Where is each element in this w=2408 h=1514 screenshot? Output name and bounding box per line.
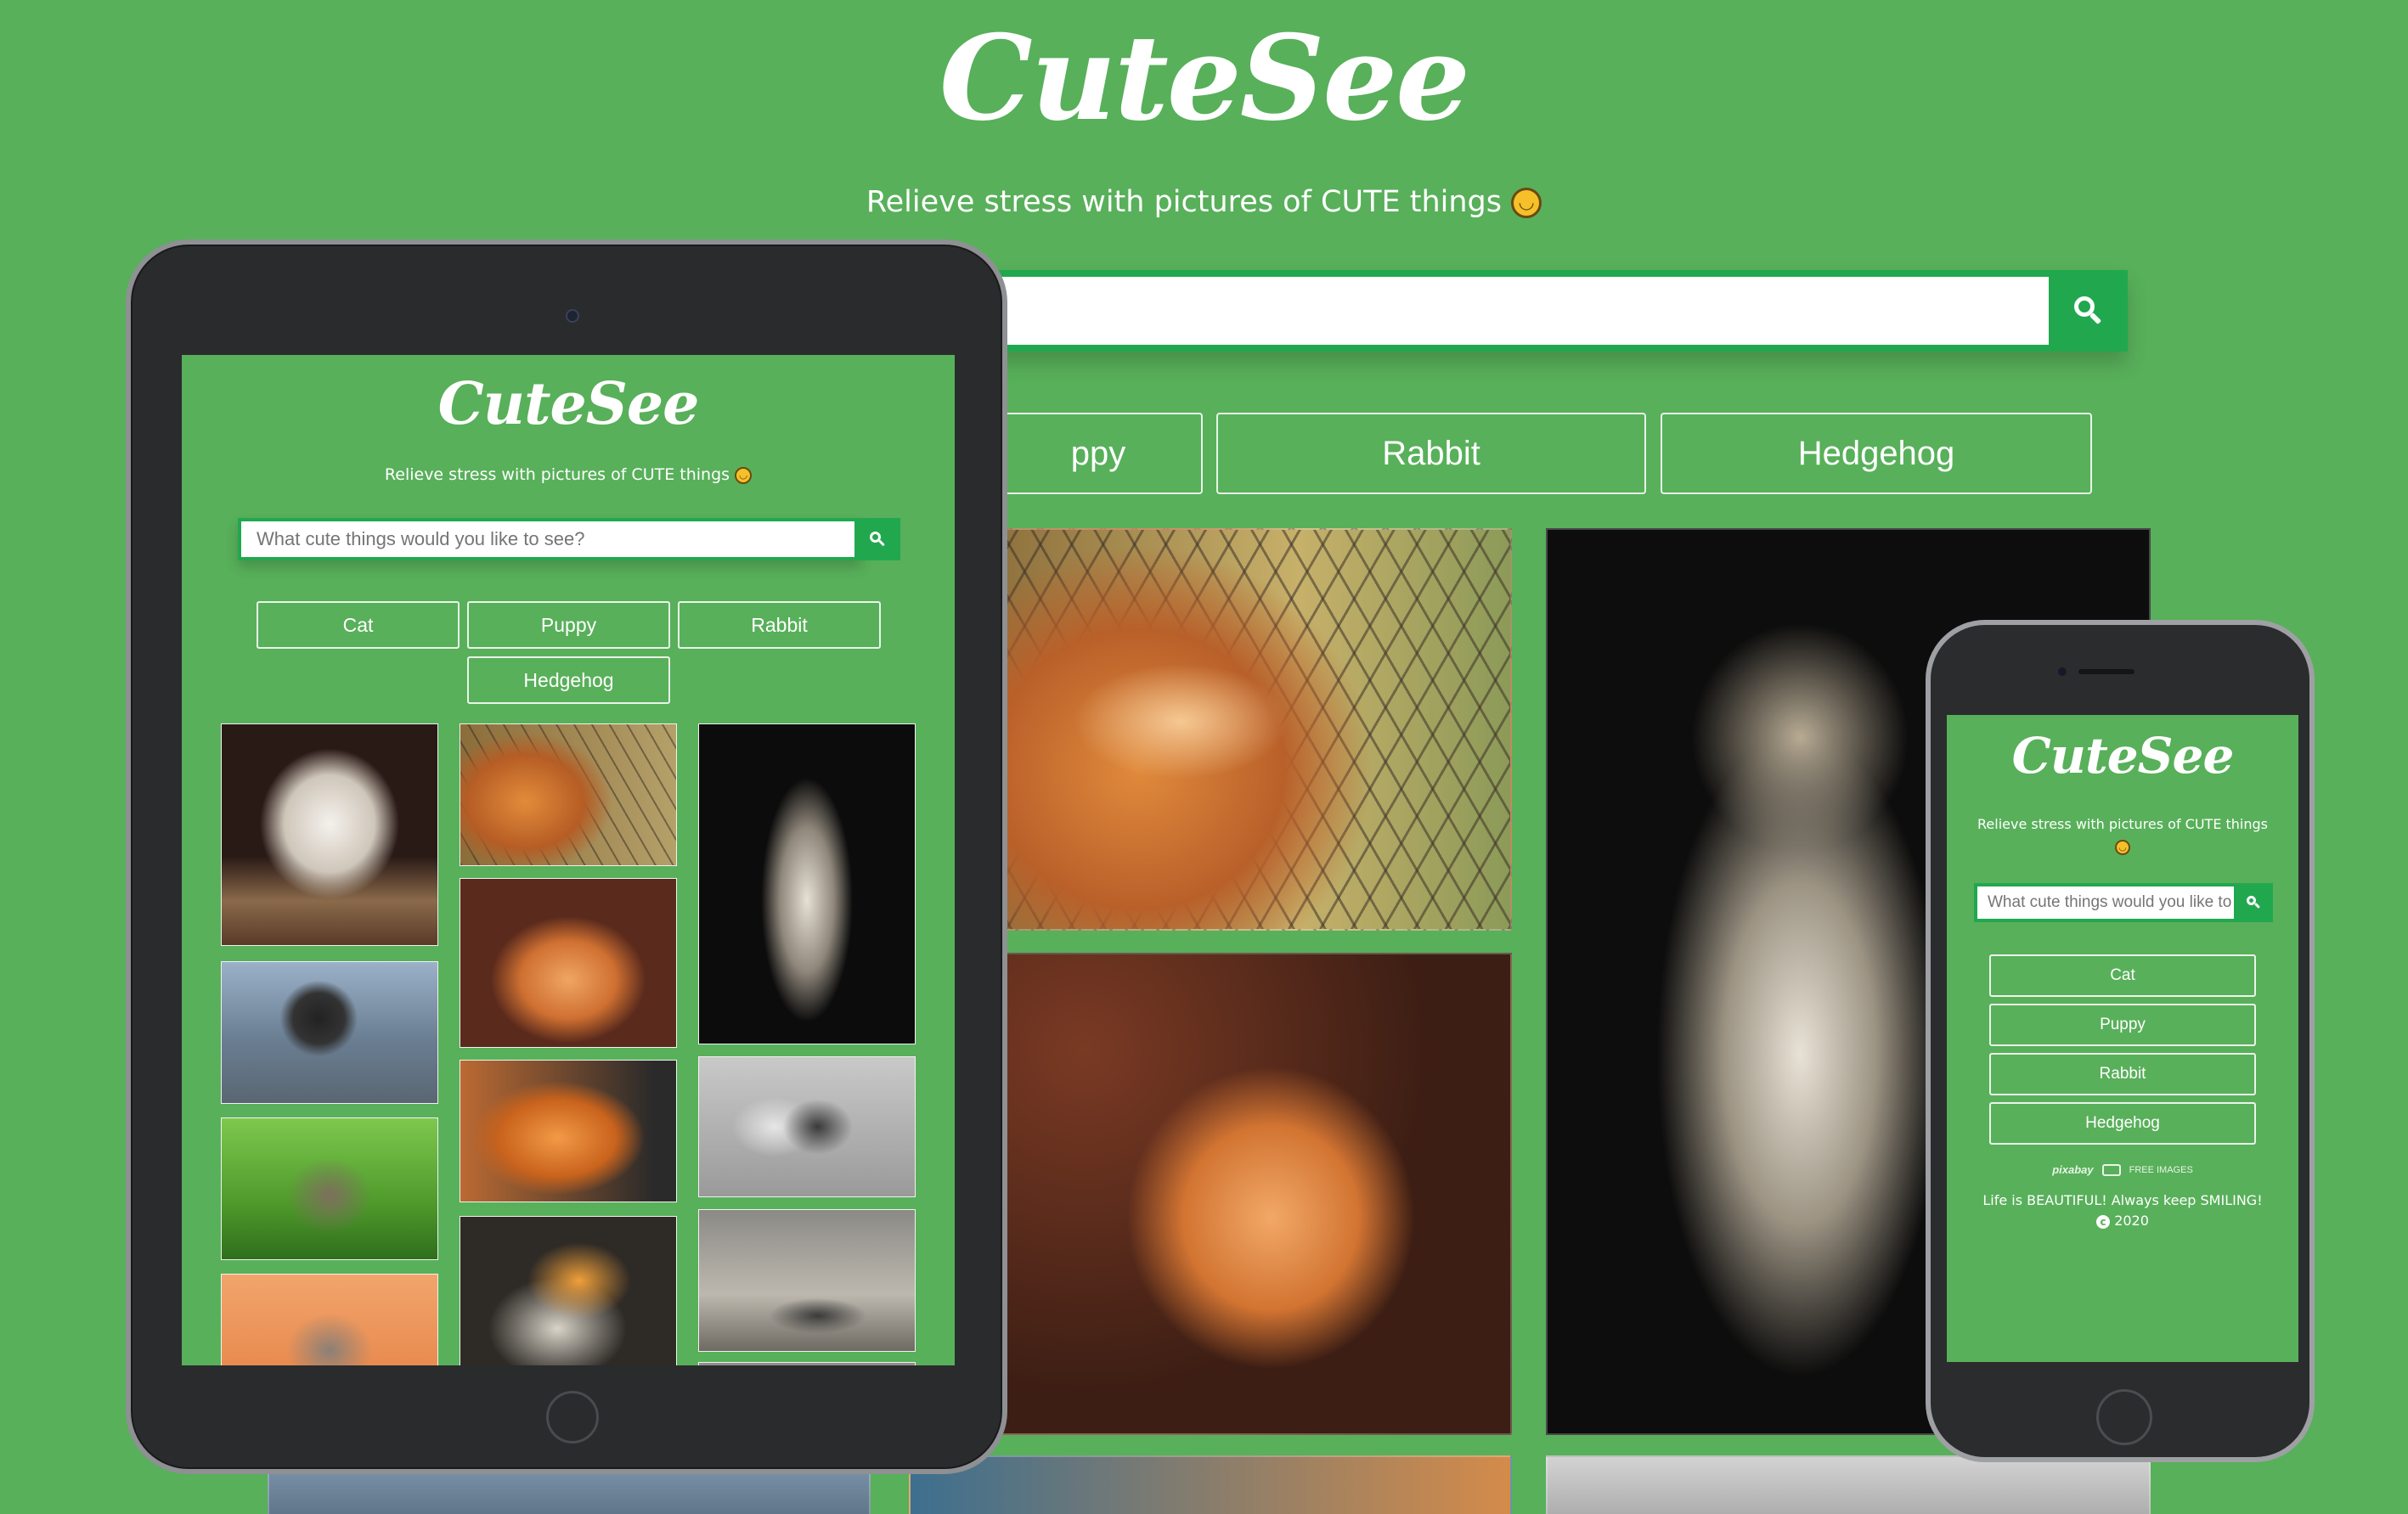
phone-tagline: Relieve stress with pictures of CUTE thi… [1955, 813, 2290, 858]
tablet-home-button[interactable] [546, 1391, 599, 1444]
tablet-camera [566, 309, 579, 323]
cat-photo-ginger-butterfly[interactable] [977, 953, 1512, 1435]
phone-footer-message: Life is BEAUTIFUL! Always keep SMILING! [1982, 1192, 2263, 1208]
cat-thumbnail[interactable] [698, 1056, 916, 1197]
smiling-face-icon: ◡ [1511, 188, 1542, 218]
phone-camera [2058, 667, 2067, 676]
phone-device: CuteSee Relieve stress with pictures of … [1926, 620, 2315, 1462]
phone-screen: CuteSee Relieve stress with pictures of … [1947, 715, 2298, 1362]
phone-category-cat[interactable]: Cat [1989, 954, 2256, 997]
phone-credit-label: FREE IMAGES [2129, 1164, 2193, 1175]
phone-home-button[interactable] [2096, 1389, 2152, 1445]
tablet-screen: CuteSee Relieve stress with pictures of … [182, 355, 955, 1365]
phone-category-hedgehog[interactable]: Hedgehog [1989, 1102, 2256, 1145]
phone-search-button[interactable] [2234, 883, 2273, 922]
desktop-search-button[interactable] [2049, 270, 2128, 352]
cat-thumbnail[interactable] [698, 723, 916, 1044]
phone-search-input[interactable] [1977, 886, 2238, 919]
phone-category-rabbit[interactable]: Rabbit [1989, 1053, 2256, 1095]
phone-logo[interactable]: CuteSee [1947, 727, 2298, 785]
camera-icon [2101, 1163, 2121, 1176]
tablet-device: CuteSee Relieve stress with pictures of … [126, 239, 1007, 1474]
search-icon [2073, 296, 2103, 325]
copyright-icon: c [2096, 1214, 2111, 1229]
cat-thumbnail[interactable] [460, 723, 677, 866]
cat-thumbnail[interactable] [698, 1209, 916, 1352]
desktop-tagline: Relieve stress with pictures of CUTE thi… [0, 185, 2408, 219]
phone-footer-year: 2020 [2114, 1213, 2149, 1229]
search-icon [870, 532, 885, 547]
desktop-category-hedgehog[interactable]: Hedgehog [1661, 413, 2092, 494]
pixabay-logo: pixabay [2052, 1163, 2094, 1176]
desktop-tagline-text: Relieve stress with pictures of CUTE thi… [866, 185, 1502, 219]
tablet-logo[interactable]: CuteSee [182, 370, 955, 438]
cat-photo-partial[interactable] [909, 1455, 1512, 1514]
phone-speaker [2078, 669, 2134, 674]
cat-thumbnail[interactable] [698, 1362, 916, 1365]
tablet-search-input[interactable] [241, 521, 859, 557]
cat-photo-partial[interactable] [1546, 1455, 2151, 1514]
cat-thumbnail[interactable] [460, 1216, 677, 1365]
desktop-logo[interactable]: CuteSee [0, 8, 2408, 147]
tablet-category-hedgehog[interactable]: Hedgehog [467, 656, 670, 704]
cat-thumbnail[interactable] [460, 1060, 677, 1202]
cat-thumbnail[interactable] [221, 1117, 438, 1260]
desktop-search-input[interactable] [951, 270, 2128, 352]
tablet-search-field[interactable] [238, 518, 862, 560]
tablet-tagline: Relieve stress with pictures of CUTE thi… [182, 465, 955, 484]
phone-category-puppy[interactable]: Puppy [1989, 1004, 2256, 1046]
tablet-category-rabbit[interactable]: Rabbit [678, 601, 881, 649]
cat-thumbnail[interactable] [221, 723, 438, 946]
phone-image-credit[interactable]: pixabay FREE IMAGES [1947, 1163, 2298, 1176]
phone-search-field[interactable] [1974, 883, 2242, 922]
tablet-search-button[interactable] [854, 518, 900, 560]
cat-thumbnail[interactable] [460, 878, 677, 1048]
search-icon [2247, 896, 2261, 909]
cat-thumbnail[interactable] [221, 1274, 438, 1365]
tablet-category-puppy[interactable]: Puppy [467, 601, 670, 649]
tablet-category-cat[interactable]: Cat [257, 601, 460, 649]
cat-thumbnail[interactable] [221, 961, 438, 1104]
smiling-face-icon: ◡ [735, 466, 753, 484]
desktop-category-rabbit[interactable]: Rabbit [1216, 413, 1646, 494]
cat-photo-ginger-net[interactable] [977, 528, 1512, 931]
desktop-category-puppy[interactable]: ppy [994, 413, 1203, 494]
phone-footer: Life is BEAUTIFUL! Always keep SMILING! … [1947, 1190, 2298, 1231]
phone-footer-copyright: c 2020 [1947, 1211, 2298, 1231]
phone-tagline-text: Relieve stress with pictures of CUTE thi… [1977, 816, 2268, 832]
smiling-face-icon: ◡ [2115, 839, 2130, 855]
tablet-tagline-text: Relieve stress with pictures of CUTE thi… [384, 465, 730, 484]
